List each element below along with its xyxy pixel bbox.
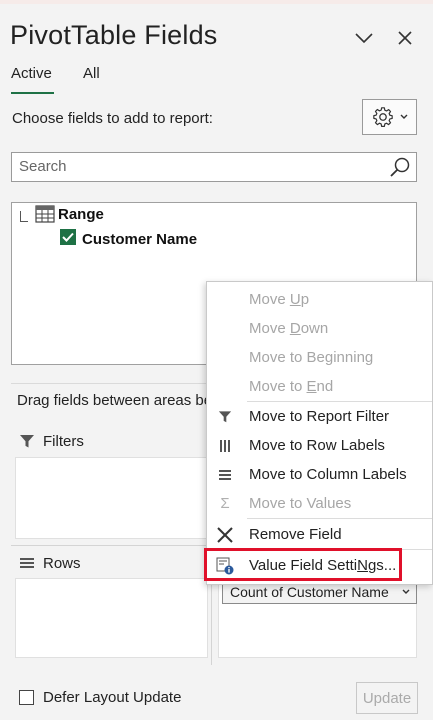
pill-caret-icon — [402, 589, 410, 594]
menu-move-to-values[interactable]: Σ Move to Values — [207, 489, 432, 518]
range-group-label: Range — [58, 206, 104, 223]
chevron-down-icon[interactable] — [352, 26, 376, 50]
panel-title: PivotTable Fields — [10, 20, 218, 50]
menu-item-label: Move to End — [249, 378, 334, 395]
active-tab-underline — [11, 92, 54, 94]
menu-move-to-beginning[interactable]: Move to Beginning — [207, 343, 432, 372]
menu-item-label: Move to Beginning — [249, 349, 374, 366]
top-strip — [0, 0, 433, 4]
menu-item-label: Move to Row Labels — [249, 437, 385, 454]
menu-move-to-row-labels[interactable]: Move to Row Labels — [207, 431, 432, 460]
update-button[interactable]: Update — [356, 682, 418, 714]
dropdown-caret-icon — [400, 114, 407, 119]
access-key: g — [324, 349, 334, 366]
tab-active[interactable]: Active — [11, 65, 52, 82]
rows-icon — [20, 558, 34, 568]
sigma-icon: Σ — [220, 495, 230, 512]
table-icon — [35, 205, 55, 223]
filters-drop-area[interactable] — [15, 457, 208, 539]
tree-connector — [20, 211, 28, 222]
highlight-box — [204, 548, 402, 581]
row-labels-icon — [215, 436, 235, 456]
access-key: E — [306, 378, 317, 395]
customer-name-field[interactable]: Customer Name — [82, 231, 197, 248]
menu-item-label: Move to Column Labels — [249, 466, 407, 483]
menu-remove-field[interactable]: Remove Field — [207, 520, 432, 549]
rows-label: Rows — [43, 555, 81, 572]
filter-icon — [20, 435, 34, 448]
choose-fields-label: Choose fields to add to report: — [12, 110, 213, 127]
menu-separator — [247, 518, 432, 519]
menu-move-to-end[interactable]: Move to End — [207, 372, 432, 401]
access-key: D — [289, 320, 301, 337]
menu-item-label: Move to Values — [249, 495, 352, 512]
menu-item-label: Move to Report Filter — [249, 408, 390, 425]
filter-icon — [215, 407, 235, 427]
defer-layout-checkbox[interactable] — [19, 690, 34, 705]
values-field-label: Count of Customer Name — [230, 584, 389, 600]
menu-item-label: Move Down — [249, 320, 329, 337]
close-icon[interactable] — [393, 26, 417, 50]
tab-all[interactable]: All — [83, 65, 100, 82]
menu-move-down[interactable]: Move Down — [207, 314, 432, 343]
defer-layout-label: Defer Layout Update — [43, 689, 182, 706]
rows-drop-area[interactable] — [15, 578, 208, 658]
column-labels-icon — [215, 465, 235, 485]
menu-move-to-report-filter[interactable]: Move to Report Filter — [207, 402, 432, 431]
menu-item-label: Remove Field — [249, 526, 342, 543]
drag-instruction: Drag fields between areas be — [17, 392, 213, 409]
checkmark-icon — [62, 232, 74, 242]
menu-move-up[interactable]: Move Up — [207, 285, 432, 314]
search-placeholder: Search — [19, 158, 67, 175]
menu-move-to-column-labels[interactable]: Move to Column Labels — [207, 460, 432, 489]
field-context-menu: Move Up Move Down Move to Beginning Move… — [206, 281, 433, 585]
filters-label: Filters — [43, 433, 84, 450]
customer-name-checkbox[interactable] — [60, 229, 76, 245]
gear-icon — [372, 107, 393, 127]
search-icon[interactable] — [388, 155, 412, 179]
menu-item-label: Move Up — [249, 291, 310, 308]
search-input[interactable]: Search — [11, 152, 417, 182]
access-key: U — [289, 291, 301, 308]
remove-x-icon — [215, 525, 235, 545]
tools-button[interactable] — [362, 99, 417, 135]
